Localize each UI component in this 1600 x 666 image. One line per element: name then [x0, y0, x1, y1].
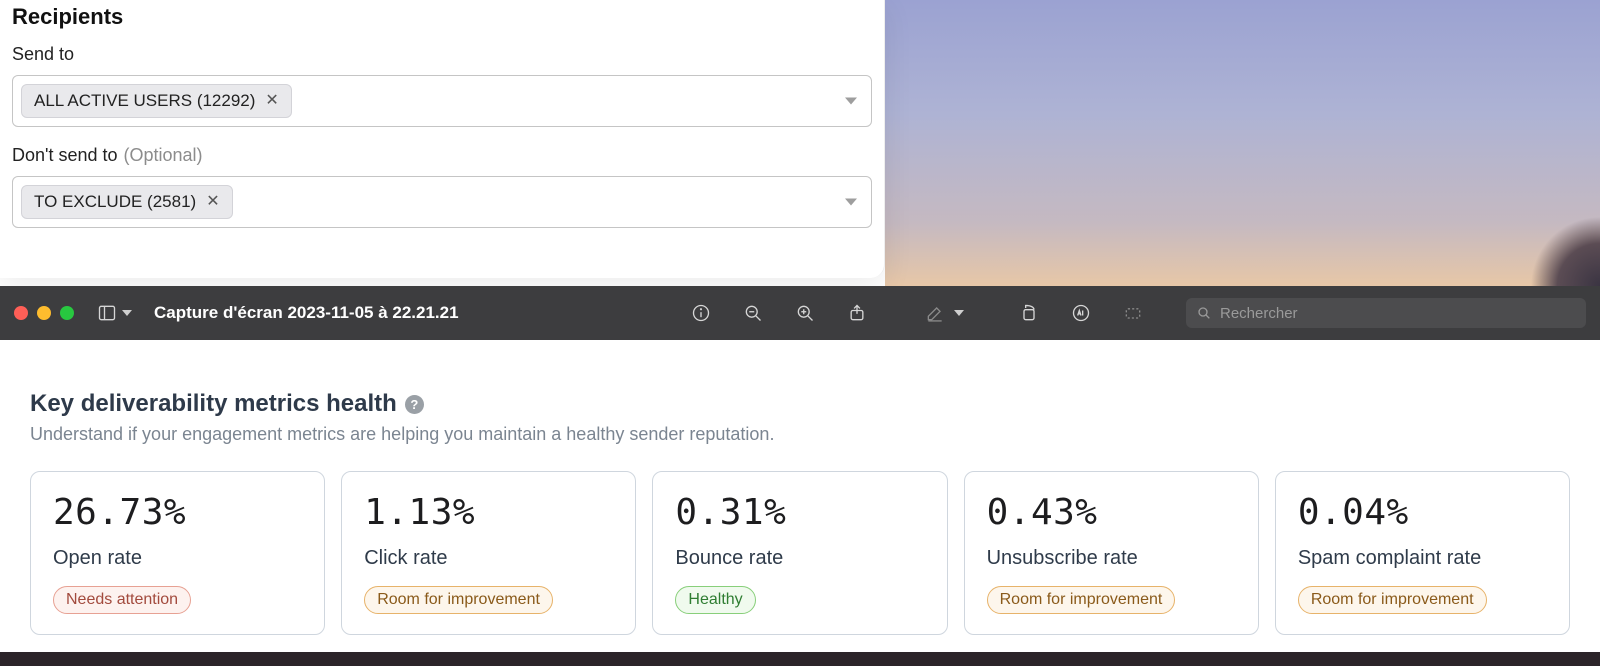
- metric-card-click-rate: 1.13% Click rate Room for improvement: [341, 471, 636, 635]
- metric-value: 26.73%: [53, 492, 302, 533]
- metrics-cards: 26.73% Open rate Needs attention 1.13% C…: [30, 471, 1570, 635]
- dont-send-optional: (Optional): [124, 145, 203, 166]
- metric-label: Bounce rate: [675, 547, 924, 570]
- metric-card-unsubscribe-rate: 0.43% Unsubscribe rate Room for improvem…: [964, 471, 1259, 635]
- chevron-down-icon[interactable]: [954, 310, 964, 316]
- send-to-select[interactable]: ALL ACTIVE USERS (12292) ✕: [12, 75, 872, 127]
- metric-label: Open rate: [53, 547, 302, 570]
- send-to-chip[interactable]: ALL ACTIVE USERS (12292) ✕: [21, 84, 292, 118]
- zoom-in-icon[interactable]: [792, 300, 818, 326]
- send-to-group: Send to ALL ACTIVE USERS (12292) ✕: [12, 44, 872, 127]
- metric-label: Spam complaint rate: [1298, 547, 1547, 570]
- desktop-wallpaper: [885, 0, 1600, 286]
- status-badge: Room for improvement: [1298, 586, 1487, 614]
- metric-label: Unsubscribe rate: [987, 547, 1236, 570]
- search-placeholder: Rechercher: [1220, 305, 1298, 322]
- info-icon[interactable]: [688, 300, 714, 326]
- metrics-heading-text: Key deliverability metrics health: [30, 390, 397, 418]
- chevron-down-icon[interactable]: [845, 98, 857, 105]
- close-window-button[interactable]: [14, 306, 28, 320]
- chevron-down-icon[interactable]: [845, 199, 857, 206]
- sidebar-toggle-icon[interactable]: [94, 300, 120, 326]
- preview-window-toolbar: Capture d'écran 2023-11-05 à 22.21.21: [0, 286, 1600, 340]
- dont-send-label-text: Don't send to: [12, 145, 118, 166]
- search-icon: [1196, 305, 1212, 321]
- markup-icon[interactable]: [1068, 300, 1094, 326]
- window-traffic-lights: [14, 306, 74, 320]
- dont-send-group: Don't send to (Optional) TO EXCLUDE (258…: [12, 145, 872, 228]
- metric-value: 0.31%: [675, 492, 924, 533]
- remove-chip-icon[interactable]: ✕: [206, 194, 219, 210]
- minimize-window-button[interactable]: [37, 306, 51, 320]
- send-to-label-text: Send to: [12, 44, 74, 65]
- preview-title: Capture d'écran 2023-11-05 à 22.21.21: [154, 303, 459, 323]
- window-bottom-edge: [0, 652, 1600, 666]
- dont-send-chip[interactable]: TO EXCLUDE (2581) ✕: [21, 185, 233, 219]
- highlight-icon[interactable]: [922, 300, 948, 326]
- dont-send-select[interactable]: TO EXCLUDE (2581) ✕: [12, 176, 872, 228]
- recipients-title: Recipients: [12, 4, 872, 30]
- rotate-icon[interactable]: [1016, 300, 1042, 326]
- metric-card-bounce-rate: 0.31% Bounce rate Healthy: [652, 471, 947, 635]
- crop-icon[interactable]: [1120, 300, 1146, 326]
- help-icon[interactable]: ?: [405, 395, 424, 414]
- metric-value: 0.43%: [987, 492, 1236, 533]
- metric-card-open-rate: 26.73% Open rate Needs attention: [30, 471, 325, 635]
- share-icon[interactable]: [844, 300, 870, 326]
- remove-chip-icon[interactable]: ✕: [265, 93, 278, 109]
- status-badge: Needs attention: [53, 586, 191, 614]
- zoom-out-icon[interactable]: [740, 300, 766, 326]
- search-input[interactable]: Rechercher: [1186, 298, 1586, 328]
- metric-value: 0.04%: [1298, 492, 1547, 533]
- status-badge: Room for improvement: [364, 586, 553, 614]
- metric-label: Click rate: [364, 547, 613, 570]
- metric-card-spam-rate: 0.04% Spam complaint rate Room for impro…: [1275, 471, 1570, 635]
- chevron-down-icon[interactable]: [122, 310, 132, 316]
- metrics-heading: Key deliverability metrics health ?: [30, 390, 1570, 418]
- send-to-label: Send to: [12, 44, 872, 65]
- metrics-section: Key deliverability metrics health ? Unde…: [0, 340, 1600, 666]
- status-badge: Healthy: [675, 586, 755, 614]
- send-to-chip-text: ALL ACTIVE USERS (12292): [34, 91, 255, 111]
- metrics-subtitle: Understand if your engagement metrics ar…: [30, 424, 1570, 445]
- recipients-panel: Recipients Send to ALL ACTIVE USERS (122…: [0, 0, 885, 278]
- metric-value: 1.13%: [364, 492, 613, 533]
- dont-send-chip-text: TO EXCLUDE (2581): [34, 192, 196, 212]
- fullscreen-window-button[interactable]: [60, 306, 74, 320]
- dont-send-label: Don't send to (Optional): [12, 145, 872, 166]
- status-badge: Room for improvement: [987, 586, 1176, 614]
